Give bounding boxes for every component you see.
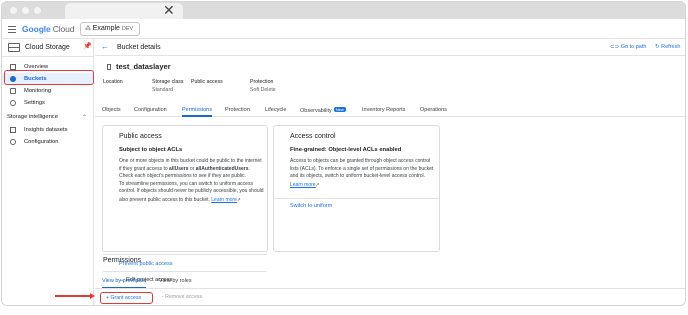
- project-env: DEV: [121, 26, 134, 32]
- go-to-path-label: Go to path: [620, 44, 647, 50]
- all-users-text: allUsers: [169, 165, 189, 172]
- sidebar-item-monitoring[interactable]: Monitoring: [2, 85, 94, 97]
- permissions-title: Permissions: [103, 257, 142, 264]
- top-bar: Google Cloud ⁂ Example DEV: [2, 19, 685, 39]
- tab-inventory-reports[interactable]: Inventory Reports: [362, 107, 405, 113]
- learn-more-link[interactable]: Learn more: [290, 182, 316, 188]
- main-content: ← Bucket details ⊂⊃ Go to path ↻ Refresh…: [95, 39, 685, 305]
- window-minimize-dot[interactable]: [22, 7, 29, 14]
- project-name: Example: [92, 25, 120, 32]
- browser-window: ✕ Google Cloud ⁂ Example DEV Cloud Storag…: [1, 1, 686, 306]
- meta-location: Location: [103, 78, 123, 86]
- bucket-name: test_dataslayer: [107, 62, 171, 71]
- meta-key: Protection: [250, 79, 274, 85]
- divider: [103, 254, 267, 255]
- tab-protection[interactable]: Protection: [225, 107, 250, 113]
- sidebar-header: Cloud Storage 📌: [2, 39, 94, 57]
- divider: [103, 271, 267, 272]
- tab-observability[interactable]: Observability New: [300, 107, 346, 114]
- meta-storage-class: Storage class Standard: [152, 78, 183, 94]
- link-icon: ⊂⊃: [610, 44, 621, 50]
- sidebar-item-label: Configuration: [24, 139, 59, 145]
- meta-key: Storage class: [152, 79, 184, 85]
- menu-icon[interactable]: [8, 26, 16, 35]
- google-cloud-logo[interactable]: Google Cloud: [22, 24, 75, 34]
- sidebar-item-insights-datasets[interactable]: Insights datasets: [2, 124, 94, 136]
- remove-access-button[interactable]: - Remove access: [162, 294, 202, 300]
- tab-label: Observability: [300, 108, 332, 114]
- meta-public-access: Public access: [191, 78, 223, 86]
- dataset-icon: [10, 127, 16, 133]
- configuration-icon: [10, 139, 16, 145]
- tab-operations[interactable]: Operations: [420, 107, 447, 113]
- sidebar-item-label: Settings: [24, 100, 45, 106]
- refresh-label: Refresh: [661, 44, 681, 50]
- section-title: Storage intelligence: [7, 114, 58, 120]
- tab-lifecycle[interactable]: Lifecycle: [265, 107, 286, 113]
- tab-permissions[interactable]: Permissions: [182, 107, 212, 117]
- sidebar-title: Cloud Storage: [25, 44, 70, 51]
- tab-close-icon[interactable]: ✕: [163, 2, 175, 19]
- window-close-dot[interactable]: [10, 7, 17, 14]
- meta-key: Public access: [191, 79, 223, 85]
- logo-cloud-text: Cloud: [52, 24, 75, 34]
- access-control-subtitle: Fine-grained: Object-level ACLs enabled: [290, 147, 402, 153]
- public-access-card: Public access Subject to object ACLs One…: [102, 125, 268, 283]
- bucket-name-text: test_dataslayer: [116, 62, 171, 71]
- page-header: ← Bucket details ⊂⊃ Go to path ↻ Refresh: [95, 39, 685, 56]
- highlight-buckets: [4, 70, 94, 85]
- go-to-path-button[interactable]: ⊂⊃ Go to path: [610, 44, 646, 50]
- external-link-icon: ↗: [315, 181, 320, 187]
- public-access-subtitle: Subject to object ACLs: [119, 147, 183, 153]
- divider: [95, 288, 685, 289]
- body-text: Access to objects can be granted through…: [290, 158, 434, 179]
- sidebar-item-label: Insights datasets: [24, 127, 68, 133]
- project-selector[interactable]: ⁂ Example DEV: [80, 22, 140, 36]
- permissions-toolbar: + Grant access - Remove access: [95, 290, 685, 305]
- bucket-tabs: Objects Configuration Permissions Protec…: [95, 105, 685, 117]
- divider: [274, 198, 439, 199]
- grant-access-button[interactable]: + Grant access: [100, 292, 153, 304]
- access-control-title: Access control: [290, 133, 336, 140]
- annotation-arrow: [55, 293, 95, 298]
- meta-key: Location: [103, 79, 123, 85]
- window-maximize-dot[interactable]: [34, 7, 41, 14]
- public-access-title: Public access: [119, 133, 162, 140]
- project-icon: ⁂: [85, 26, 93, 32]
- learn-more-link[interactable]: Learn more: [211, 197, 237, 203]
- access-control-body: Access to objects can be granted through…: [290, 158, 435, 189]
- meta-value: Soft Delete: [250, 87, 276, 93]
- sidebar-item-label: Monitoring: [24, 88, 52, 94]
- switch-to-uniform-button[interactable]: Switch to uniform: [290, 203, 332, 209]
- refresh-button[interactable]: ↻ Refresh: [655, 44, 680, 50]
- monitoring-icon: [10, 88, 16, 94]
- meta-protection: Protection Soft Delete: [250, 78, 276, 94]
- public-access-body: One or more objects in this bucket could…: [119, 158, 264, 204]
- sidebar-item-settings[interactable]: Settings: [2, 97, 94, 109]
- body-text: To streamline permissions, you can switc…: [119, 180, 264, 203]
- storage-icon: [8, 43, 20, 52]
- logo-google-text: Google: [22, 24, 51, 34]
- storage-intelligence-section[interactable]: Storage intelligence ⌃: [7, 114, 87, 121]
- all-authenticated-text: allAuthenticatedUsers: [195, 165, 249, 172]
- gear-icon: [10, 100, 16, 106]
- or-text: or: [189, 165, 195, 172]
- browser-chrome: ✕: [2, 2, 685, 19]
- bucket-small-icon: [107, 64, 111, 70]
- grant-access-label: Grant access: [110, 295, 142, 301]
- tab-objects[interactable]: Objects: [102, 107, 121, 113]
- tab-view-by-roles[interactable]: View by roles: [159, 278, 192, 284]
- remove-access-label: Remove access: [165, 294, 203, 300]
- sidebar-item-configuration[interactable]: Configuration: [2, 136, 94, 148]
- meta-value: Standard: [152, 87, 174, 93]
- tab-configuration[interactable]: Configuration: [134, 107, 167, 113]
- page-title: Bucket details: [117, 44, 161, 51]
- pin-icon[interactable]: 📌: [83, 42, 92, 50]
- access-control-card: Access control Fine-grained: Object-leve…: [273, 125, 440, 252]
- new-badge: New: [333, 107, 346, 112]
- back-arrow-icon[interactable]: ←: [101, 42, 109, 51]
- chevron-up-icon[interactable]: ⌃: [82, 114, 87, 121]
- external-link-icon: ↗: [236, 196, 241, 202]
